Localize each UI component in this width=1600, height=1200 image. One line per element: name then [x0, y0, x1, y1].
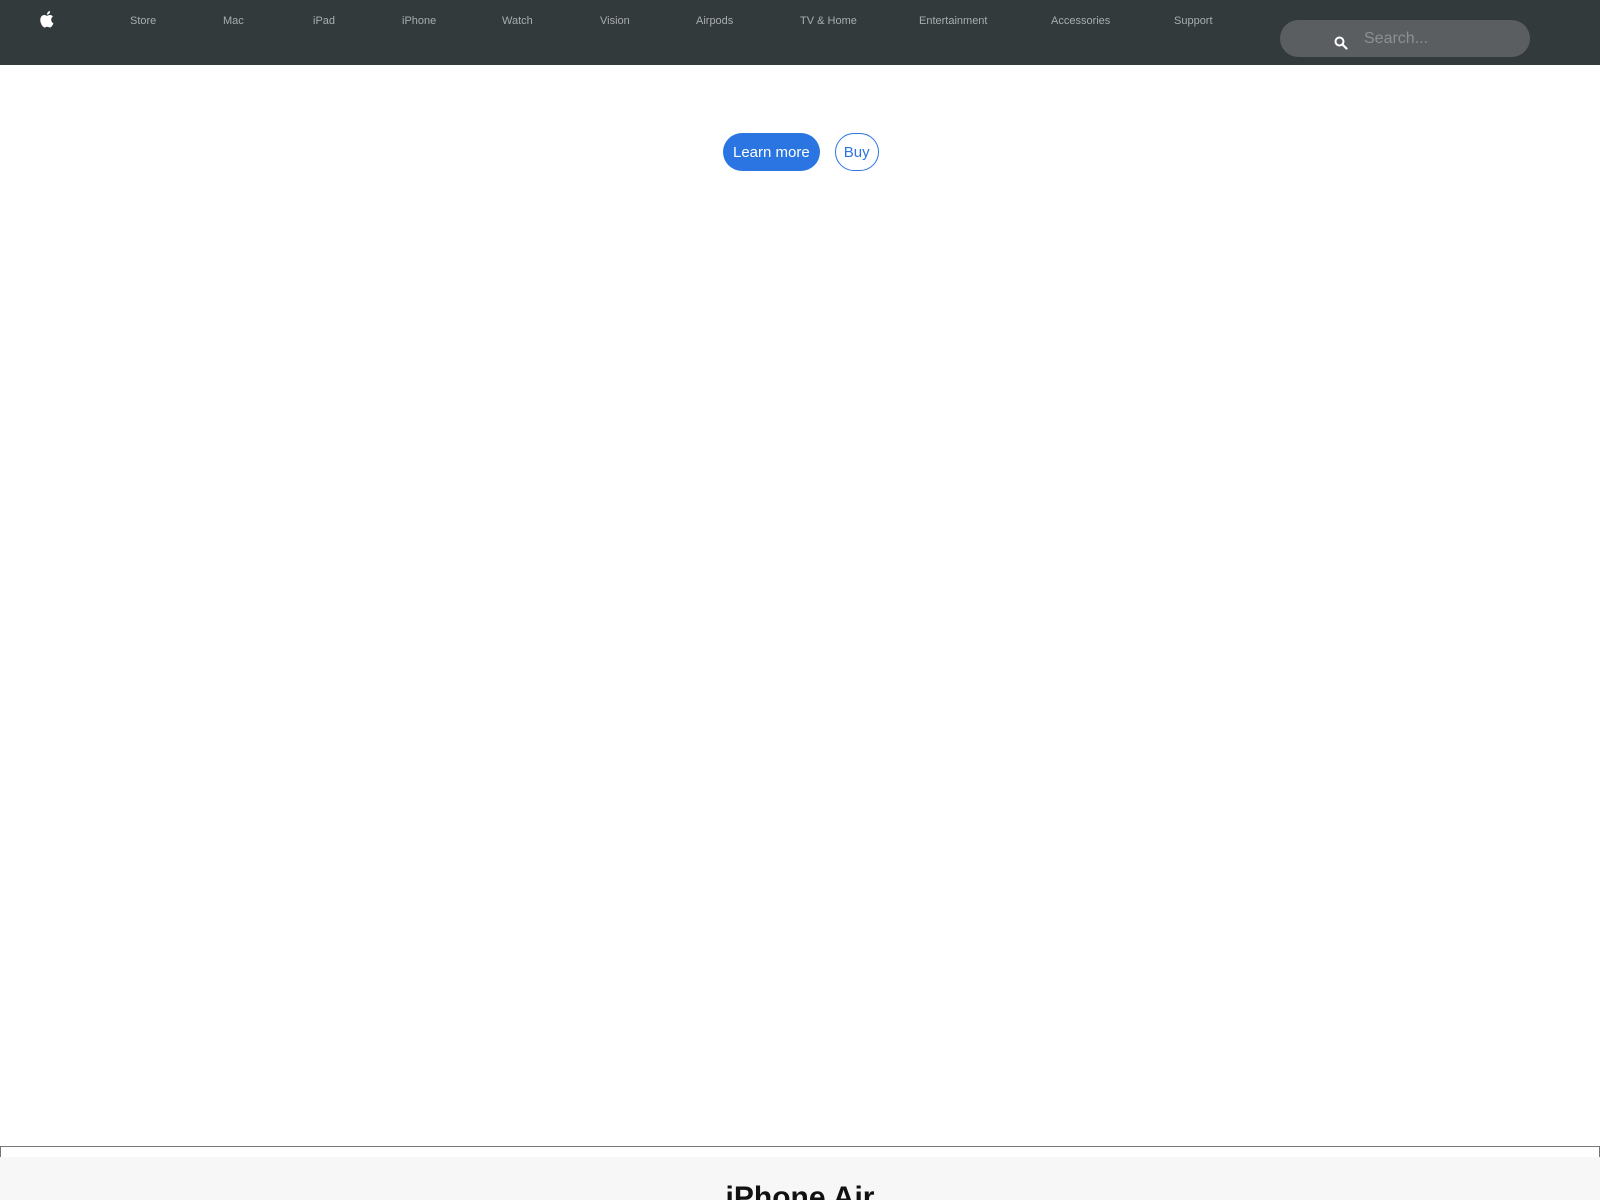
nav-item-entertainment[interactable]: Entertainment [919, 14, 987, 28]
nav-item-mac[interactable]: Mac [223, 14, 244, 28]
nav-item-airpods[interactable]: Airpods [696, 14, 733, 28]
section-title: iPhone Air [725, 1181, 875, 1200]
search-input[interactable] [1364, 24, 1514, 53]
apple-logo-icon[interactable] [38, 10, 54, 28]
buy-button[interactable]: Buy [834, 133, 879, 171]
section-divider [0, 1146, 1600, 1157]
nav-item-accessories[interactable]: Accessories [1051, 14, 1110, 28]
nav-item-vision[interactable]: Vision [600, 14, 630, 28]
hero-section: Learn more Buy [0, 65, 1600, 1145]
nav-item-store[interactable]: Store [130, 14, 156, 28]
hero-cta-row: Learn more Buy [723, 133, 879, 171]
nav-item-iphone[interactable]: iPhone [402, 14, 436, 28]
nav-item-support[interactable]: Support [1174, 14, 1213, 28]
search-box[interactable] [1280, 20, 1530, 57]
learn-more-button[interactable]: Learn more [723, 133, 820, 171]
top-navigation-bar: Store Mac iPad iPhone Watch Vision Airpo… [0, 0, 1600, 65]
nav-item-ipad[interactable]: iPad [313, 14, 335, 28]
product-section: iPhone Air [0, 1157, 1600, 1200]
nav-item-tv-home[interactable]: TV & Home [800, 14, 857, 28]
search-icon[interactable] [1334, 36, 1348, 50]
nav-item-watch[interactable]: Watch [502, 14, 533, 28]
